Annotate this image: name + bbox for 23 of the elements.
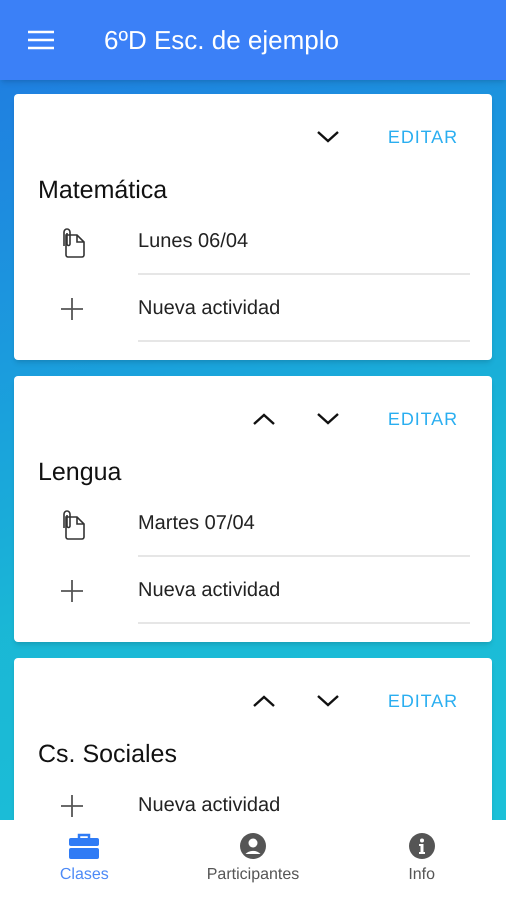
new-activity-link[interactable]: Nueva actividad (138, 292, 280, 322)
new-activity-link[interactable]: Nueva actividad (138, 790, 280, 820)
plus-icon[interactable] (61, 580, 83, 602)
nav-tab[interactable]: Participantes (168, 820, 338, 900)
class-title: Matemática (37, 175, 168, 206)
nav-tab[interactable]: Info (337, 820, 506, 900)
user-icon (240, 833, 266, 859)
activity-item[interactable]: Lunes 06/04 (138, 226, 248, 256)
info-icon (408, 833, 435, 859)
app-title: 6ºD Esc. de ejemplo (104, 24, 339, 56)
chevron-up-icon (252, 412, 276, 426)
new-activity-link[interactable]: Nueva actividad (138, 574, 280, 604)
plus-icon[interactable] (61, 794, 83, 816)
chevron-down-icon (316, 694, 340, 708)
chevron-up-icon (252, 694, 276, 708)
chevron-down-icon (316, 130, 340, 144)
activity-item[interactable]: Martes 07/04 (138, 508, 255, 538)
chevron-down-icon (316, 412, 340, 426)
class-title: Lengua (37, 457, 122, 488)
menu-icon[interactable] (28, 30, 54, 50)
briefcase-icon (69, 833, 100, 859)
class-title: Cs. Sociales (37, 739, 178, 770)
plus-icon[interactable] (61, 298, 83, 320)
